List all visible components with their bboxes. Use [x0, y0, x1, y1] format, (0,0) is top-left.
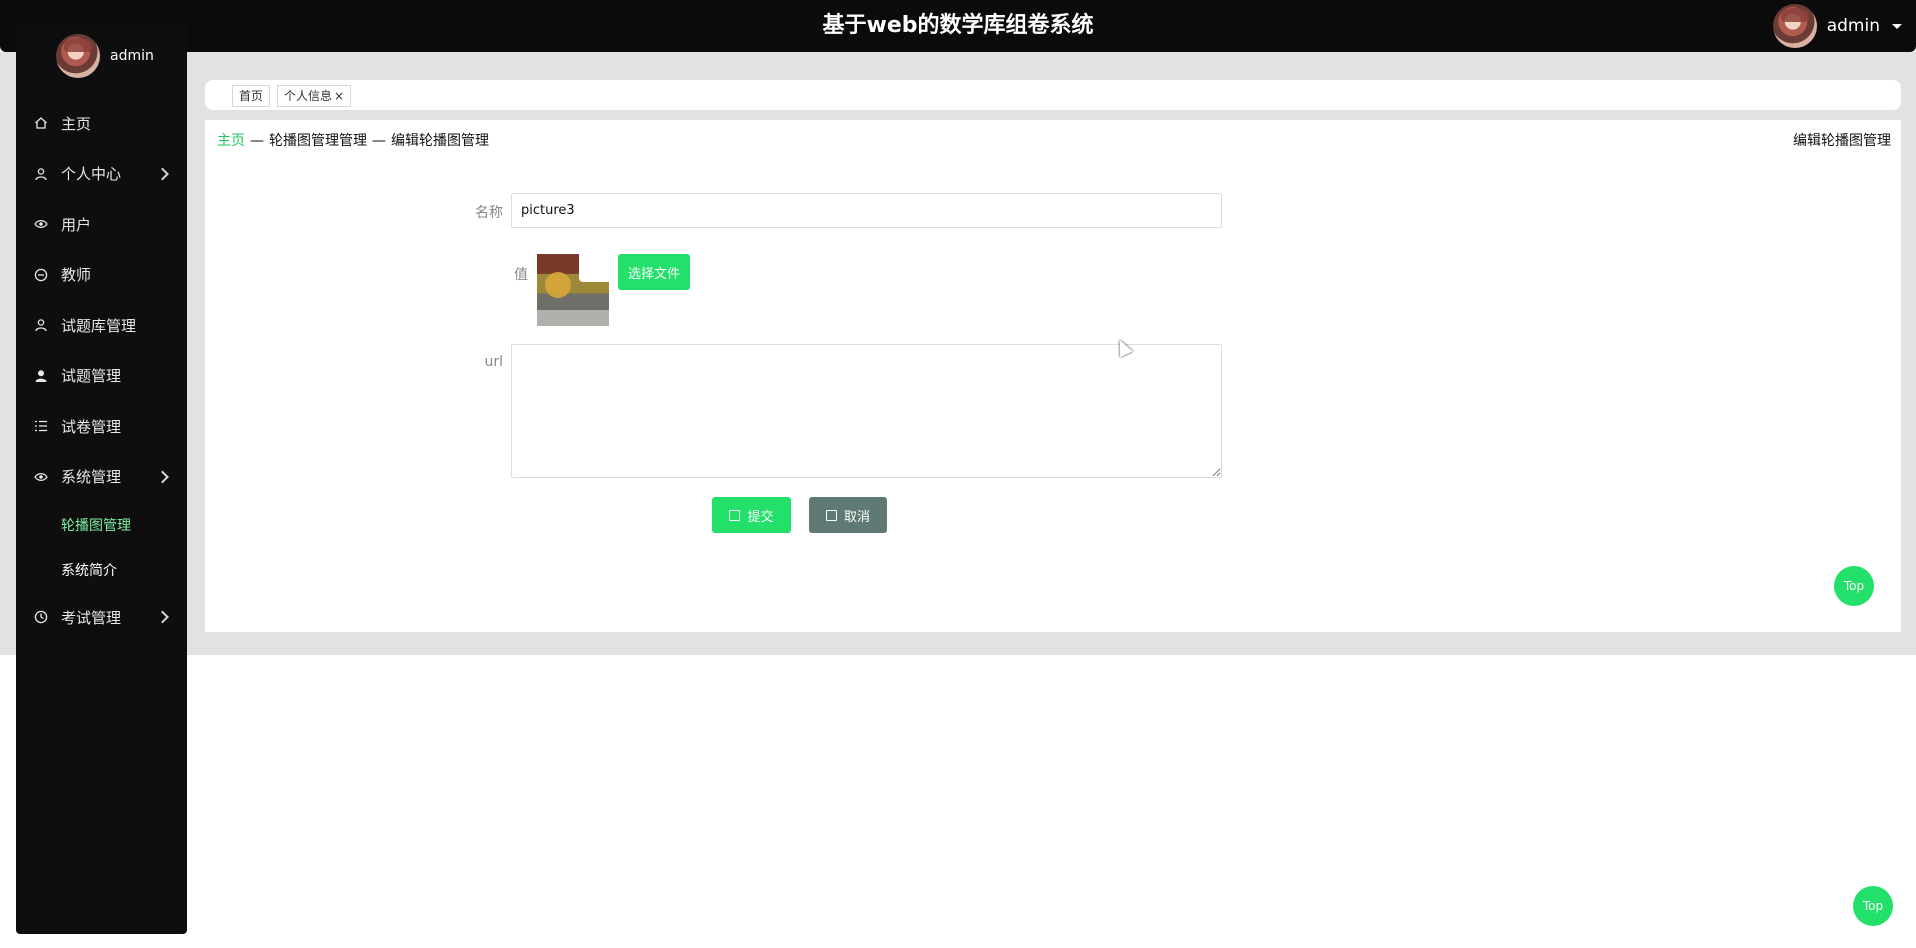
edit-icon — [729, 509, 741, 521]
breadcrumb-home[interactable]: 主页 — [217, 133, 245, 149]
sidebar-item-label: 系统管理 — [61, 468, 122, 487]
sidebar-item-label: 试卷管理 — [61, 417, 122, 436]
close-icon[interactable]: × — [334, 89, 344, 103]
sidebar-item-label: 个人中心 — [61, 165, 122, 184]
sidebar-item-users[interactable]: 用户 — [16, 199, 187, 250]
sidebar-item-question-bank[interactable]: 试题库管理 — [16, 300, 187, 351]
user-solid-icon — [34, 369, 48, 383]
user-icon — [34, 318, 48, 332]
sidebar-item-label: 试题库管理 — [61, 316, 137, 335]
sidebar-avatar — [56, 34, 100, 78]
image-preview — [537, 254, 609, 326]
submit-button[interactable]: 提交 — [712, 497, 791, 533]
sidebar-item-label: 考试管理 — [61, 608, 122, 627]
sidebar-username: admin — [110, 48, 154, 64]
minus-circle-icon — [34, 268, 48, 282]
sidebar-item-label: 教师 — [61, 266, 92, 285]
sidebar-item-label: 试题管理 — [61, 367, 122, 386]
sidebar-menu: 主页 个人中心 用户 教师 试题库管理 试题管理 试卷管理 系统管理 轮播图管理… — [16, 98, 187, 643]
home-icon — [34, 116, 48, 130]
breadcrumb: 主页 — 轮播图管理管理 — 编辑轮播图管理 — [217, 130, 489, 150]
sidebar-item-exams[interactable]: 考试管理 — [16, 592, 187, 643]
header-user-menu[interactable]: admin — [1772, 4, 1902, 48]
chevron-right-icon — [156, 167, 169, 181]
sidebar-item-home[interactable]: 主页 — [16, 98, 187, 149]
header-avatar — [1772, 4, 1817, 48]
caret-down-icon[interactable] — [1892, 23, 1902, 29]
breadcrumb-separator: — — [372, 133, 386, 149]
header-username: admin — [1826, 16, 1880, 36]
sidebar-item-label: 主页 — [61, 114, 92, 133]
sidebar-subitem-carousel[interactable]: 轮播图管理 — [16, 502, 187, 547]
sidebar-item-system[interactable]: 系统管理 — [16, 452, 187, 503]
content-panel: 主页 — 轮播图管理管理 — 编辑轮播图管理 编辑轮播图管理 名称 值 选择文件 url… — [205, 120, 1901, 632]
back-to-top-button[interactable]: Top — [1834, 566, 1874, 606]
app-title: 基于web的数学库组卷系统 — [822, 13, 1094, 38]
submit-label: 提交 — [747, 509, 774, 525]
value-label: 值 — [514, 267, 528, 283]
sidebar-item-teachers[interactable]: 教师 — [16, 250, 187, 301]
tab-personal-info[interactable]: 个人信息 × — [277, 85, 352, 107]
sidebar-item-papers[interactable]: 试卷管理 — [16, 401, 187, 452]
sidebar-item-label: 用户 — [61, 215, 92, 234]
cancel-label: 取消 — [843, 509, 870, 525]
list-icon — [34, 419, 48, 433]
name-input[interactable] — [511, 193, 1222, 228]
breadcrumb-level2: 编辑轮播图管理 — [391, 133, 489, 149]
close-box-icon — [825, 509, 837, 521]
sidebar-profile: admin — [56, 34, 154, 78]
tabs-bar: 首页 个人信息 × — [205, 80, 1901, 110]
clock-icon — [34, 610, 48, 624]
breadcrumb-level1: 轮播图管理管理 — [269, 133, 367, 149]
back-to-top-button[interactable]: Top — [1853, 886, 1893, 926]
tab-label: 个人信息 — [284, 89, 333, 103]
breadcrumb-separator: — — [250, 133, 264, 149]
eye-icon — [34, 470, 48, 484]
top-header: 基于web的数学库组卷系统 admin — [0, 0, 1916, 52]
name-label: 名称 — [475, 205, 503, 221]
choose-file-button[interactable]: 选择文件 — [618, 254, 690, 290]
tab-home[interactable]: 首页 — [232, 85, 271, 107]
chevron-right-icon — [156, 610, 169, 624]
chevron-right-icon — [156, 470, 169, 484]
eye-icon — [34, 217, 48, 231]
sidebar-subitem-intro[interactable]: 系统简介 — [16, 547, 187, 592]
sidebar: admin 主页 个人中心 用户 教师 试题库管理 试题管理 试卷管理 系统管理… — [16, 24, 187, 934]
sidebar-item-questions[interactable]: 试题管理 — [16, 351, 187, 402]
user-icon — [34, 167, 48, 181]
url-label: url — [484, 354, 503, 370]
sidebar-item-personal-center[interactable]: 个人中心 — [16, 149, 187, 200]
cancel-button[interactable]: 取消 — [809, 497, 887, 533]
page-title: 编辑轮播图管理 — [1793, 133, 1891, 149]
url-textarea[interactable] — [511, 344, 1222, 478]
